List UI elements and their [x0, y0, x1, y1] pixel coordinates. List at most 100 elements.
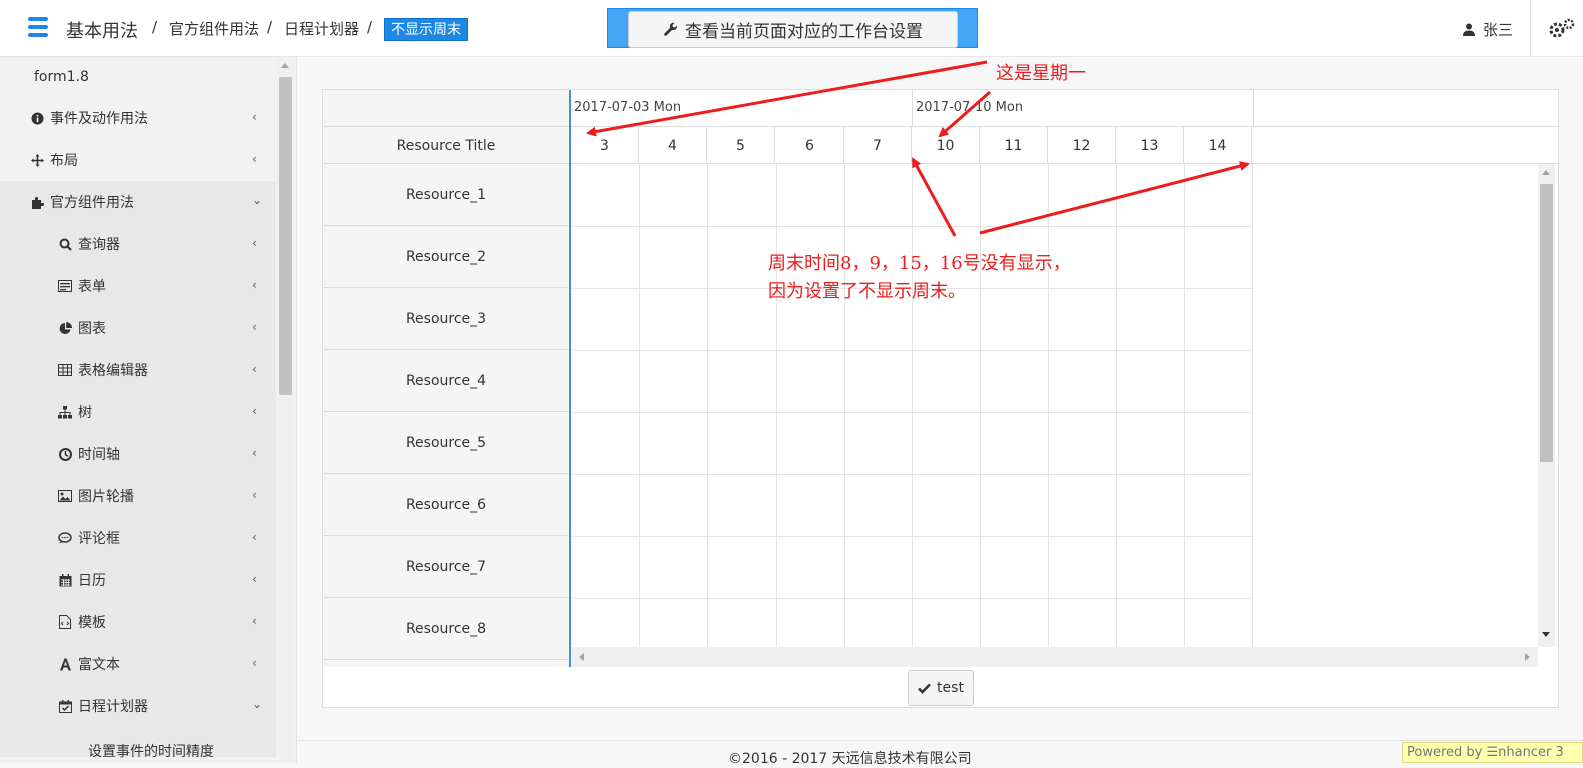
resource-row[interactable]: Resource_8	[323, 598, 569, 660]
sidebar-item-label: 查询器	[78, 237, 120, 253]
sidebar-item-tree[interactable]: 树 ‹	[0, 391, 276, 433]
form-icon	[58, 279, 72, 293]
calendar-check-icon	[58, 699, 72, 713]
sidebar-item-label: 官方组件用法	[50, 195, 134, 211]
day-header: 12	[1048, 127, 1116, 164]
scroll-up-arrow-icon[interactable]	[281, 63, 289, 68]
resource-row[interactable]: Resource_2	[323, 226, 569, 288]
sidebar-item-form[interactable]: form1.8	[0, 57, 276, 97]
resource-title: Resource Title	[396, 138, 496, 154]
chevron-left-icon: ‹	[252, 320, 257, 334]
chevron-left-icon: ‹	[252, 572, 257, 586]
sidebar-item-events[interactable]: 事件及动作用法 ‹	[0, 97, 276, 139]
info-circle-icon	[30, 111, 44, 125]
chevron-left-icon: ‹	[252, 404, 257, 418]
day-header: 6	[776, 127, 844, 164]
resource-row[interactable]: Resource_3	[323, 288, 569, 350]
sidebar-item-time-precision[interactable]: 设置事件的时间精度	[0, 727, 276, 760]
timeline-area: 2017-07-03 Mon 2017-07-10 Mon 3 4 5 6 7 …	[571, 90, 1560, 667]
test-button[interactable]: test	[908, 670, 974, 706]
top-header: 基本用法 / 官方组件用法 / 日程计划器 / 不显示周末 查看当前页面对应的工…	[0, 0, 1583, 57]
week-header-row: 2017-07-03 Mon 2017-07-10 Mon	[571, 90, 1560, 127]
header-divider	[1530, 0, 1531, 57]
sidebar-item-chart[interactable]: 图表 ‹	[0, 307, 276, 349]
chevron-left-icon: ‹	[252, 236, 257, 250]
image-icon	[58, 489, 72, 503]
user-name: 张三	[1483, 21, 1514, 39]
schedule-grid[interactable]	[571, 164, 1253, 647]
annotation-weekend-line1: 周末时间8，9，15，16号没有显示，	[768, 253, 1071, 274]
chevron-left-icon: ‹	[252, 488, 257, 502]
workspace-settings-button[interactable]: 查看当前页面对应的工作台设置	[628, 11, 958, 48]
day-header: 11	[980, 127, 1048, 164]
grid-horizontal-scrollbar[interactable]	[571, 647, 1538, 667]
sidebar-item-label: 模板	[78, 615, 106, 631]
copyright: ©2016 - 2017 天远信息技术有限公司	[728, 751, 972, 767]
resource-row[interactable]: Resource_5	[323, 412, 569, 474]
breadcrumb-separator: /	[267, 18, 273, 36]
annotation-weekend-line2: 因为设置了不显示周末。	[768, 281, 966, 302]
sidebar-item-components[interactable]: 官方组件用法 ⌄	[0, 181, 276, 223]
menu-toggle-icon[interactable]	[28, 17, 48, 37]
resource-row[interactable]: Resource_6	[323, 474, 569, 536]
user-menu[interactable]: 张三	[1463, 19, 1513, 40]
sidebar-item-richtext[interactable]: 富文本 ‹	[0, 643, 276, 685]
grid-vscroll-thumb[interactable]	[1540, 184, 1553, 462]
day-header: 3	[571, 127, 639, 164]
scroll-left-arrow-icon[interactable]	[579, 653, 584, 661]
sidebar-item-carousel[interactable]: 图片轮播 ‹	[0, 475, 276, 517]
pie-chart-icon	[58, 321, 72, 335]
resource-row[interactable]: Resource_7	[323, 536, 569, 598]
sidebar-scrollbar[interactable]	[277, 57, 294, 763]
resource-row[interactable]: Resource_1	[323, 164, 569, 226]
sidebar-group-components: 官方组件用法 ⌄ 查询器 ‹ 表单 ‹ 图表 ‹ 表格编辑器 ‹ 树 ‹ 时间轴…	[0, 181, 276, 760]
breadcrumb-separator: /	[152, 18, 158, 36]
chevron-left-icon: ‹	[252, 614, 257, 628]
puzzle-icon	[30, 195, 44, 209]
file-code-icon	[58, 615, 72, 629]
breadcrumb-item[interactable]: 日程计划器	[284, 18, 359, 39]
sidebar-item-query[interactable]: 查询器 ‹	[0, 223, 276, 265]
page-title: 基本用法	[66, 21, 138, 42]
wrench-icon	[664, 22, 678, 36]
day-header: 14	[1184, 127, 1252, 164]
chevron-left-icon: ‹	[252, 530, 257, 544]
scheduler-panel: Resource Title Resource_1 Resource_2 Res…	[322, 89, 1560, 708]
powered-by-badge[interactable]: Powered by ☰nhancer 3	[1402, 742, 1583, 763]
sidebar-item-label: 树	[78, 405, 92, 421]
sidebar-item-scheduler[interactable]: 日程计划器 ⌄	[0, 685, 276, 727]
breadcrumb-item[interactable]: 官方组件用法	[169, 18, 259, 39]
day-header: 4	[639, 127, 707, 164]
week-header: 2017-07-03 Mon	[571, 90, 913, 127]
sidebar: form1.8 事件及动作用法 ‹ 布局 ‹ 官方组件用法 ⌄ 查询器 ‹ 表单…	[0, 57, 297, 763]
sidebar-item-form-comp[interactable]: 表单 ‹	[0, 265, 276, 307]
gears-icon[interactable]	[1548, 18, 1578, 40]
sidebar-scroll-thumb[interactable]	[279, 77, 292, 395]
search-icon	[58, 237, 72, 251]
sidebar-item-template[interactable]: 模板 ‹	[0, 601, 276, 643]
chevron-down-icon: ⌄	[252, 193, 263, 207]
resource-row[interactable]: Resource_4	[323, 350, 569, 412]
day-header-row: 3 4 5 6 7 10 11 12 13 14	[571, 127, 1560, 164]
workspace-highlight: 查看当前页面对应的工作台设置	[607, 8, 978, 48]
scroll-right-arrow-icon[interactable]	[1525, 653, 1530, 661]
sidebar-item-comment[interactable]: 评论框 ‹	[0, 517, 276, 559]
scroll-up-arrow-icon[interactable]	[1542, 170, 1550, 175]
breadcrumb-active: 不显示周末	[384, 18, 468, 41]
check-icon	[918, 683, 931, 694]
annotation-monday: 这是星期一	[996, 63, 1086, 84]
sidebar-item-table-editor[interactable]: 表格编辑器 ‹	[0, 349, 276, 391]
sidebar-item-timeline[interactable]: 时间轴 ‹	[0, 433, 276, 475]
chevron-down-icon: ⌄	[252, 697, 263, 711]
sidebar-item-label: 评论框	[78, 531, 120, 547]
sidebar-item-layout[interactable]: 布局 ‹	[0, 139, 276, 181]
sitemap-icon	[58, 405, 72, 419]
day-header: 13	[1116, 127, 1184, 164]
scroll-down-arrow-icon[interactable]	[1542, 632, 1550, 637]
sidebar-item-calendar[interactable]: 日历 ‹	[0, 559, 276, 601]
sidebar-item-label: 日历	[78, 573, 106, 589]
chevron-left-icon: ‹	[252, 110, 257, 124]
grid-vertical-scrollbar[interactable]	[1538, 164, 1555, 647]
day-header: 7	[844, 127, 912, 164]
footer-divider	[298, 740, 1583, 741]
